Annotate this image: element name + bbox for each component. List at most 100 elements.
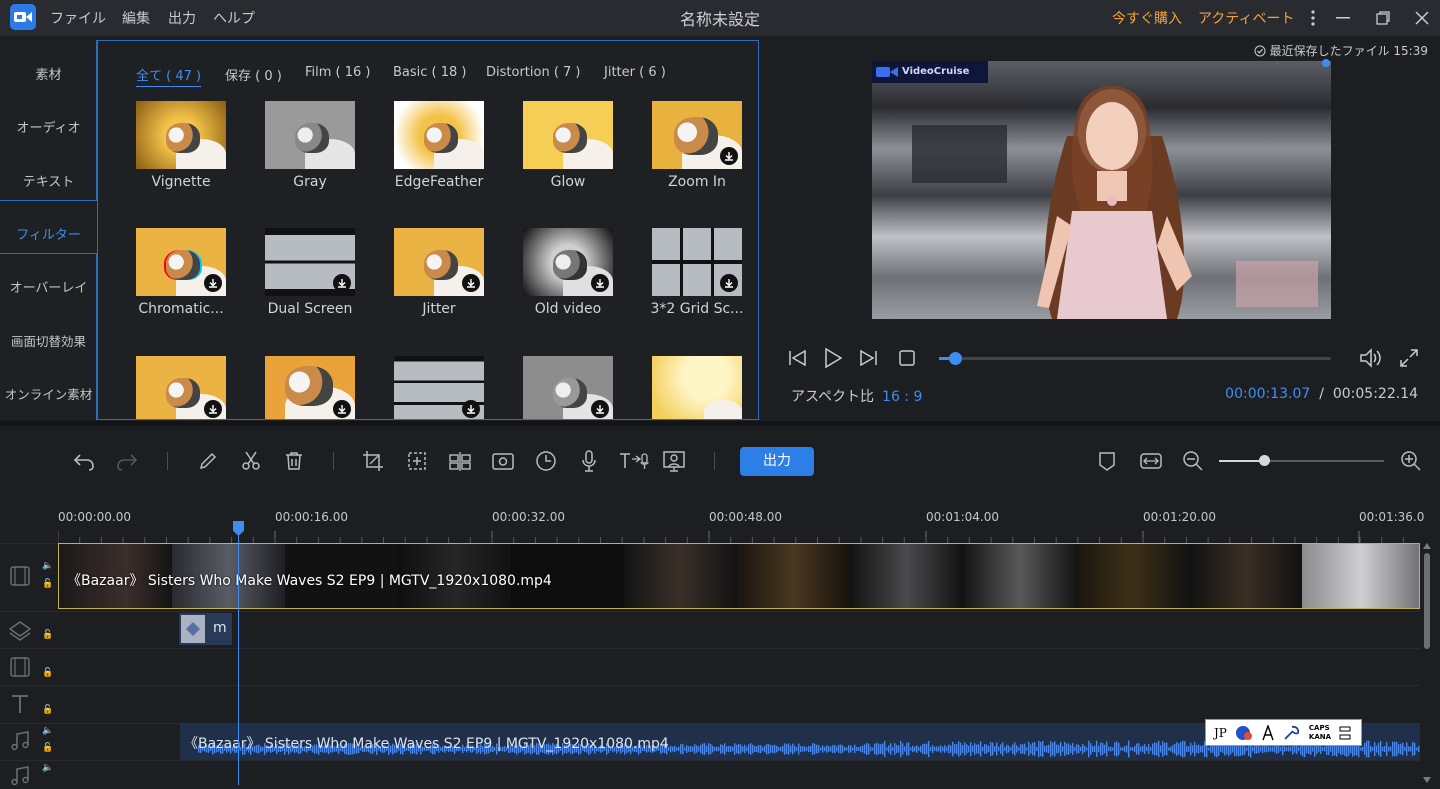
track-mute-icon[interactable]: 🔈	[42, 561, 53, 571]
nav-item-audio[interactable]: オーディオ	[0, 117, 97, 136]
tab-basic[interactable]: Basic ( 18 )	[393, 65, 467, 80]
ime-mode-icon[interactable]	[1235, 725, 1253, 741]
stop-icon[interactable]	[895, 346, 919, 370]
tab-jitter[interactable]: Jitter ( 6 )	[604, 65, 666, 80]
ime-pad-icon[interactable]	[1261, 724, 1275, 741]
download-icon[interactable]	[462, 274, 480, 292]
previous-frame-icon[interactable]	[785, 346, 809, 370]
filter-thumb	[394, 356, 484, 419]
zoom-out-icon[interactable]	[1180, 448, 1206, 474]
track-lock-icon[interactable]: 🔓	[42, 743, 53, 753]
track-lock-icon[interactable]: 🔓	[42, 668, 53, 678]
nav-item-overlay[interactable]: オーバーレイ	[0, 277, 97, 296]
track-mute-icon[interactable]: 🔈	[42, 726, 53, 736]
nav-item-text[interactable]: テキスト	[0, 171, 97, 190]
filter-thumb-row3-5[interactable]	[642, 356, 752, 419]
nav-item-media[interactable]: 素材	[0, 64, 97, 83]
green-screen-icon[interactable]	[661, 448, 687, 474]
download-icon[interactable]	[204, 400, 222, 418]
minimize-icon[interactable]	[1331, 6, 1355, 30]
next-frame-icon[interactable]	[857, 346, 881, 370]
filter-thumb-row3-3[interactable]	[384, 356, 494, 419]
timeline-scrollbar[interactable]	[1422, 543, 1432, 785]
duration-clock-icon[interactable]	[533, 448, 559, 474]
video-preview[interactable]: VideoCruise	[872, 61, 1331, 319]
ime-tools-icon[interactable]	[1283, 725, 1301, 741]
timeline-ruler[interactable]: 00:00:00.00 00:00:16.00 00:00:32.00 00:0…	[58, 507, 1424, 543]
filter-zoom-in[interactable]: Zoom In	[642, 101, 752, 190]
filter-old-video[interactable]: Old video	[513, 228, 623, 317]
drag-handle-icon[interactable]	[1321, 58, 1331, 68]
marker-icon[interactable]	[1094, 448, 1120, 474]
track-lock-icon[interactable]: 🔓	[42, 579, 53, 589]
activate-link[interactable]: アクティベート	[1198, 8, 1294, 28]
track-lock-icon[interactable]: 🔓	[42, 705, 53, 715]
delete-trash-icon[interactable]	[281, 448, 307, 474]
filter-thumb-row3-1[interactable]	[126, 356, 236, 419]
export-button[interactable]: 出力	[740, 447, 814, 476]
filter-vignette[interactable]: Vignette	[126, 101, 236, 190]
nav-item-transition[interactable]: 画面切替効果	[0, 331, 97, 350]
undo-icon[interactable]	[71, 448, 97, 474]
download-icon[interactable]	[333, 400, 351, 418]
crop-icon[interactable]	[360, 448, 386, 474]
filter-jitter[interactable]: Jitter	[384, 228, 494, 317]
filter-dual-screen[interactable]: Dual Screen	[255, 228, 365, 317]
ruler-label: 00:00:16.00	[275, 510, 348, 524]
filter-gray[interactable]: Gray	[255, 101, 365, 190]
tab-distortion[interactable]: Distortion ( 7 )	[486, 65, 581, 80]
panel-divider[interactable]	[0, 421, 1440, 426]
aspect-value[interactable]: 16 : 9	[882, 389, 922, 405]
seek-handle[interactable]	[948, 352, 962, 365]
video-clip[interactable]: 《Bazaar》 Sisters Who Make Waves S2 EP9 |…	[58, 543, 1420, 609]
buy-now-link[interactable]: 今すぐ購入	[1112, 8, 1182, 28]
filter-thumb-row3-2[interactable]	[255, 356, 365, 419]
filter-chromatic[interactable]: Chromatic...	[126, 228, 236, 317]
play-icon[interactable]	[821, 346, 845, 370]
menu-output[interactable]: 出力	[168, 8, 196, 28]
menu-help[interactable]: ヘルプ	[213, 8, 255, 28]
split-scissors-icon[interactable]	[238, 448, 264, 474]
screenshot-icon[interactable]	[490, 448, 516, 474]
tab-film[interactable]: Film ( 16 )	[305, 65, 371, 80]
volume-icon[interactable]	[1359, 346, 1383, 370]
track-lock-icon[interactable]: 🔓	[42, 630, 53, 640]
fit-timeline-icon[interactable]	[1138, 448, 1164, 474]
nav-item-filter[interactable]: フィルター	[0, 224, 97, 243]
ime-language[interactable]: JP	[1214, 726, 1227, 740]
filter-thumb-row3-4[interactable]	[513, 356, 623, 419]
voiceover-mic-icon[interactable]	[576, 448, 602, 474]
download-icon[interactable]	[333, 274, 351, 292]
filter-glow[interactable]: Glow	[513, 101, 623, 190]
seek-bar[interactable]	[939, 352, 1331, 365]
mosaic-icon[interactable]	[404, 448, 430, 474]
overlay-clip[interactable]: m	[179, 613, 232, 645]
tab-all[interactable]: 全て ( 47 )	[136, 65, 202, 87]
download-icon[interactable]	[591, 400, 609, 418]
download-icon[interactable]	[462, 400, 480, 418]
edit-pencil-icon[interactable]	[195, 448, 221, 474]
ime-toolbar[interactable]: JP CAPS KANA	[1205, 719, 1362, 746]
zoom-in-icon[interactable]	[1398, 448, 1424, 474]
zoom-slider[interactable]	[1219, 455, 1384, 466]
download-icon[interactable]	[591, 274, 609, 292]
download-icon[interactable]	[720, 274, 738, 292]
redo-icon[interactable]	[114, 448, 140, 474]
menu-file[interactable]: ファイル	[50, 8, 106, 28]
fullscreen-icon[interactable]	[1397, 346, 1421, 370]
filter-edgefeather[interactable]: EdgeFeather	[384, 101, 494, 190]
nav-item-online[interactable]: オンライン素材	[0, 384, 97, 403]
text-to-speech-icon[interactable]	[617, 448, 651, 474]
menu-edit[interactable]: 編集	[122, 8, 150, 28]
track-mute-icon[interactable]: 🔈	[42, 763, 53, 773]
restore-icon[interactable]	[1371, 6, 1395, 30]
zoom-slider-handle[interactable]	[1258, 455, 1270, 466]
tab-saved[interactable]: 保存 ( 0 )	[225, 65, 282, 84]
freeze-frame-icon[interactable]	[447, 448, 473, 474]
more-icon[interactable]	[1301, 6, 1325, 30]
close-icon[interactable]	[1410, 6, 1434, 30]
download-icon[interactable]	[720, 147, 738, 165]
download-icon[interactable]	[204, 274, 222, 292]
filter-grid-screen[interactable]: 3*2 Grid Sc...	[642, 228, 752, 317]
ime-options-icon[interactable]	[1339, 725, 1351, 741]
